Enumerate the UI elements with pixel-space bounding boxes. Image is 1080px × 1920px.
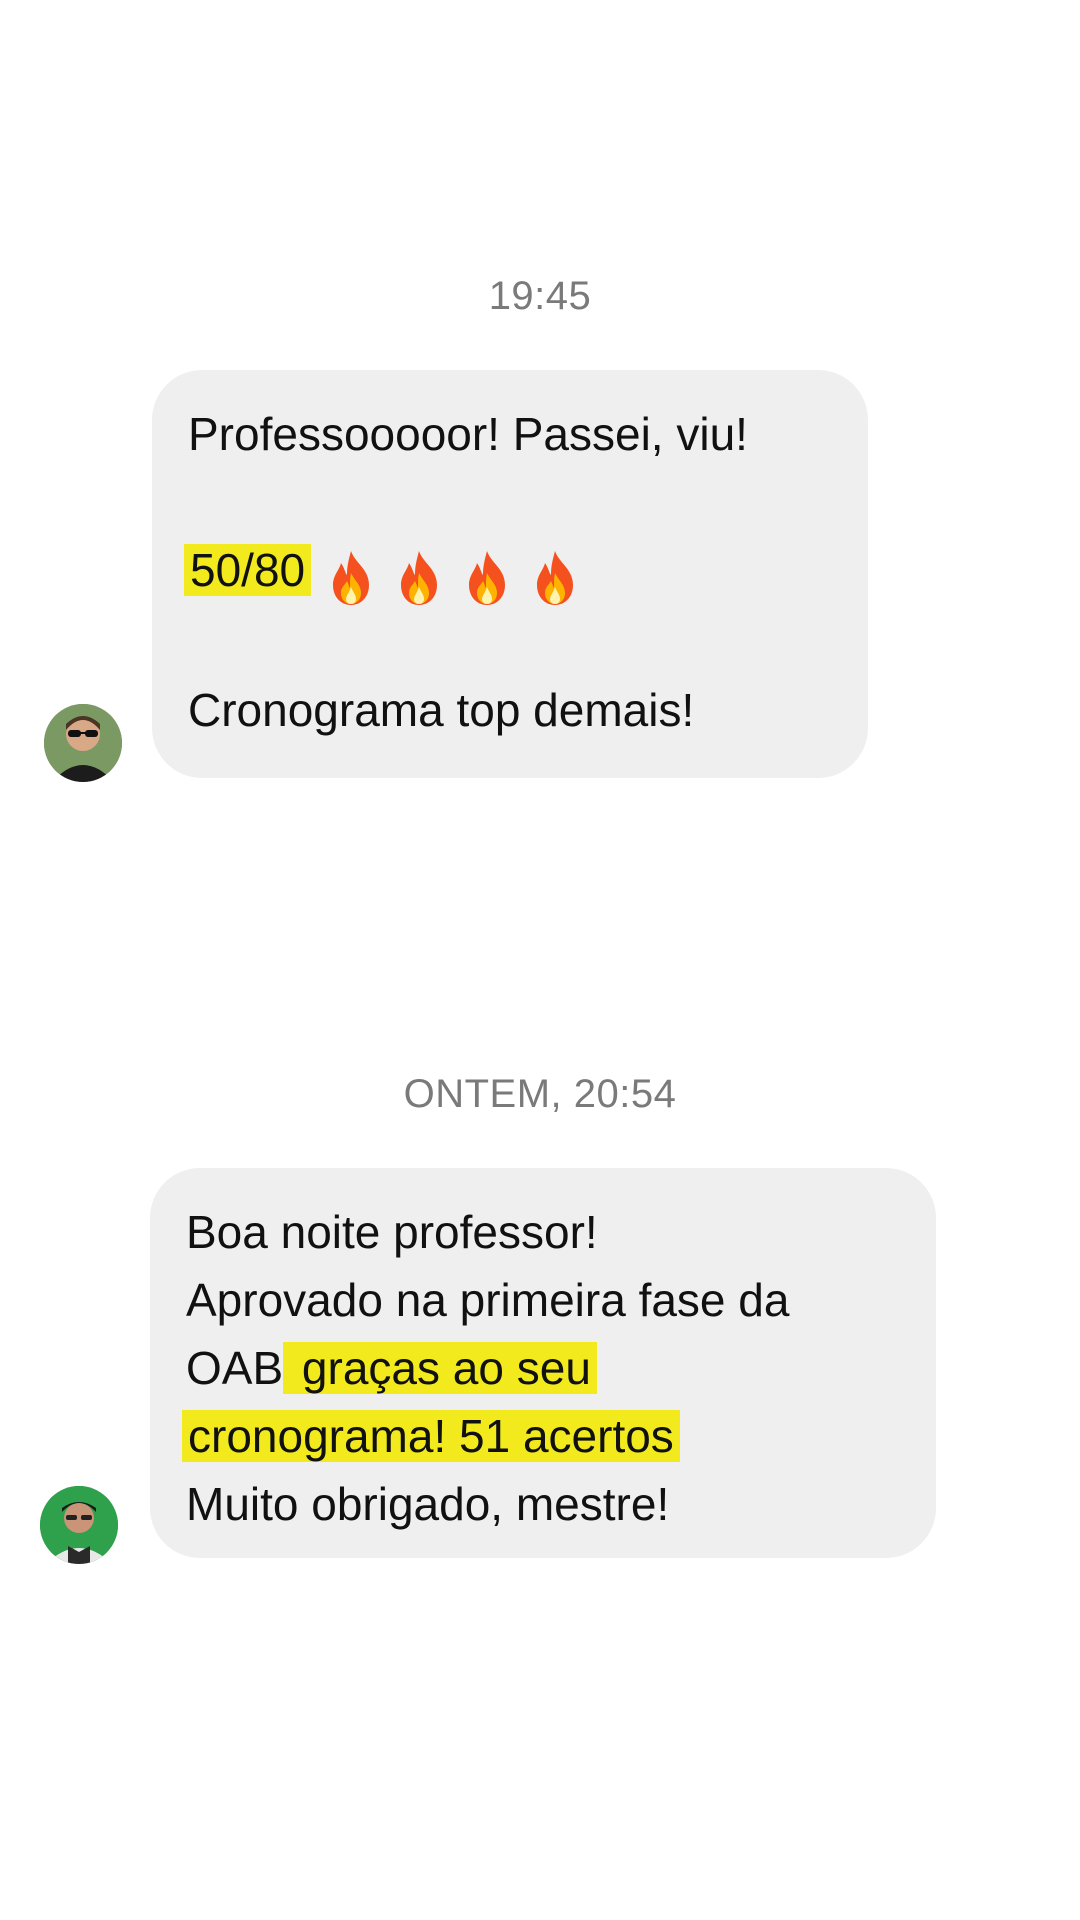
fire-icon [537, 550, 574, 605]
message-bubble-1[interactable]: Professooooor! Passei, viu! 50/80 Cronog… [152, 370, 868, 778]
avatar-photo-icon [44, 704, 122, 782]
message-bubble-2[interactable]: Boa noite professor! Aprovado na primeir… [150, 1168, 936, 1558]
fire-icon [401, 550, 438, 605]
fire-icon [469, 550, 506, 605]
timestamp-2: ONTEM, 20:54 [403, 1072, 677, 1116]
message-text-line: Aprovado na primeira fase da [186, 1274, 790, 1326]
timestamp-1: 19:45 [488, 274, 592, 318]
score-highlight: 50/80 [184, 544, 312, 596]
message-text-line: cronograma! 51 acertos [182, 1402, 902, 1470]
fire-emoji-group [325, 540, 597, 608]
message-text-line: Muito obrigado, mestre! [186, 1478, 670, 1530]
message-text-line: Professooooor! Passei, viu! [188, 408, 748, 460]
avatar-photo-icon [40, 1486, 118, 1564]
oab-text: OAB [186, 1342, 284, 1394]
avatar-sender-1[interactable] [44, 704, 122, 782]
score-line: 50/80 [184, 536, 834, 608]
message-text-line: Boa noite professor! [186, 1206, 598, 1258]
message-text-line: Cronograma top demais! [188, 683, 695, 736]
highlight-text: cronograma! 51 acertos [182, 1410, 680, 1462]
avatar-sender-2[interactable] [40, 1486, 118, 1564]
fire-icon [333, 550, 370, 605]
highlight-text: graças ao seu [283, 1342, 597, 1394]
message-text-line: OAB graças ao seu [186, 1334, 902, 1402]
